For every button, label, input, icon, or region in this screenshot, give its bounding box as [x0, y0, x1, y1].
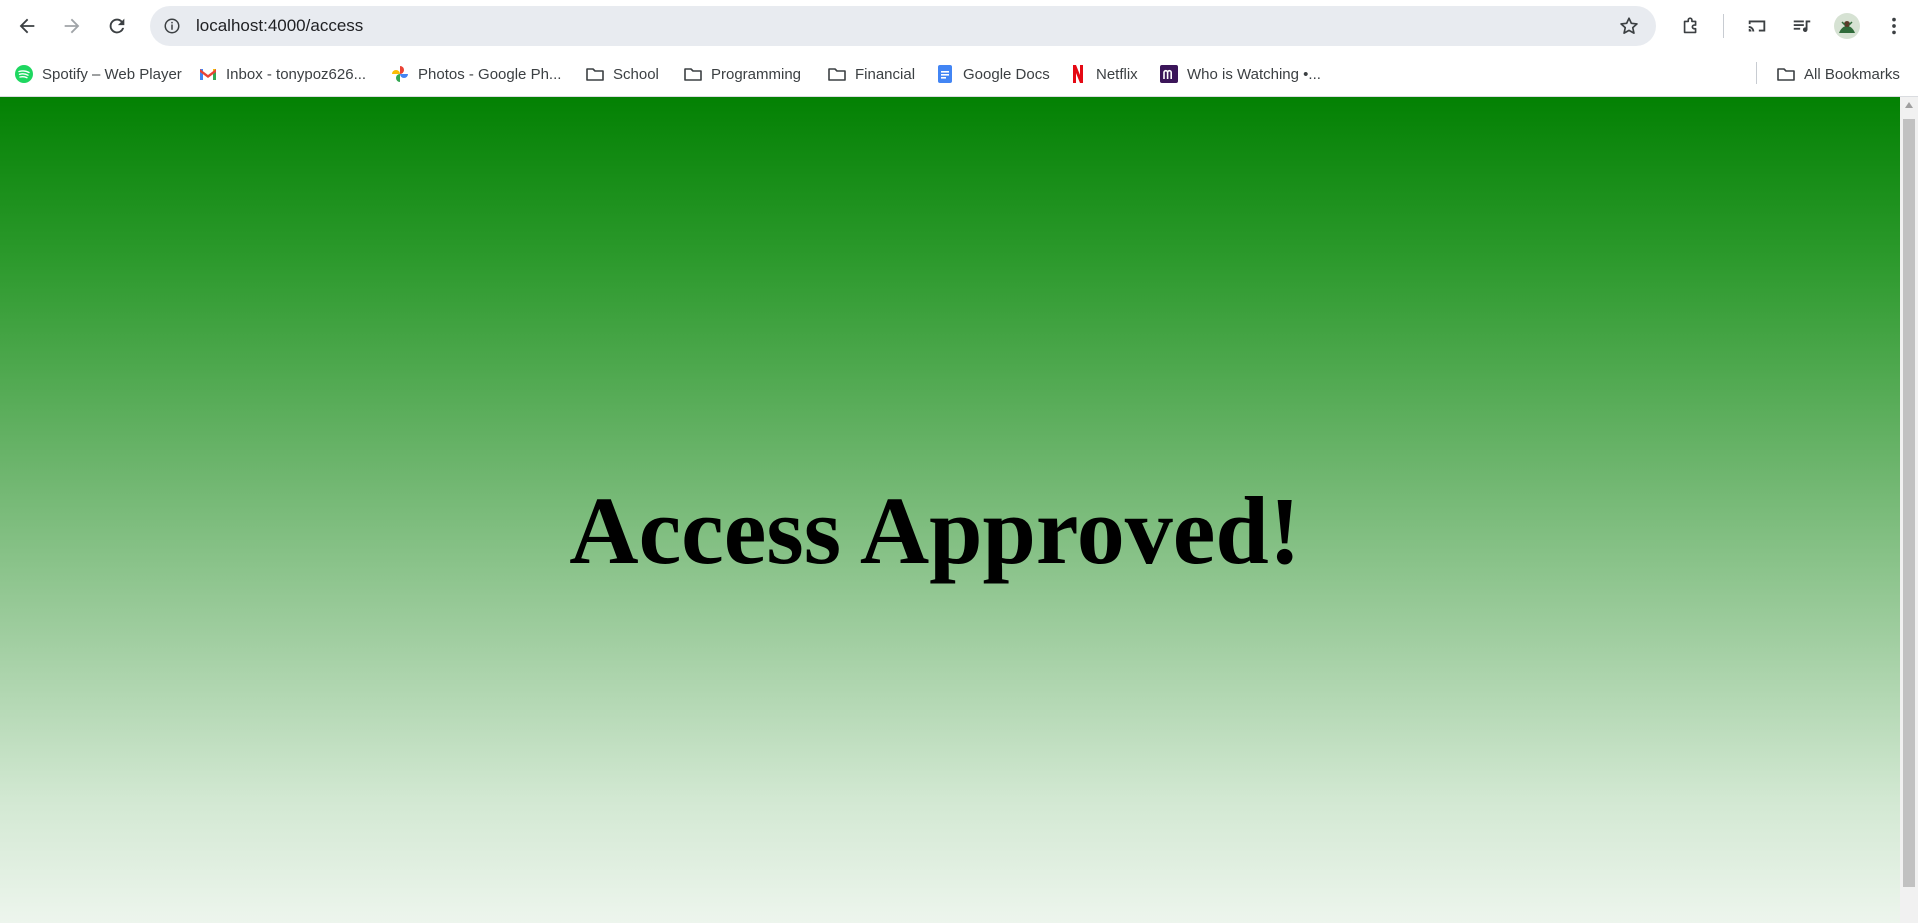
bookmark-folder-school[interactable]: School: [585, 60, 659, 88]
puzzle-icon: [1683, 17, 1697, 34]
forward-button[interactable]: [54, 8, 90, 44]
page-headline: Access Approved!: [569, 476, 1301, 584]
bookmark-google-photos[interactable]: Photos - Google Ph...: [390, 60, 561, 88]
bookmark-spotify[interactable]: Spotify – Web Player: [14, 60, 182, 88]
bookmark-label: Programming: [711, 65, 802, 83]
google-photos-icon: [390, 64, 410, 84]
bookmark-folder-programming[interactable]: Programming: [683, 60, 801, 88]
bookmark-label: Netflix: [1096, 65, 1138, 83]
folder-icon: [683, 64, 703, 84]
url-text[interactable]: localhost:4000/access: [196, 16, 363, 36]
scroll-up-arrow-icon[interactable]: [1905, 102, 1913, 108]
media-controls-button[interactable]: [1784, 8, 1820, 44]
bookmarks-divider: [1756, 62, 1757, 84]
folder-icon: [1776, 64, 1796, 84]
bookmark-label: Who is Watching •...: [1187, 65, 1321, 83]
profile-avatar[interactable]: [1834, 13, 1860, 39]
toolbar-divider: [1723, 14, 1724, 38]
m-logo-icon: [1159, 64, 1179, 84]
bookmark-who-is-watching[interactable]: Who is Watching •...: [1159, 60, 1321, 88]
playlist-music-icon: [1793, 20, 1811, 32]
reload-icon: [109, 18, 125, 34]
all-bookmarks-button[interactable]: All Bookmarks: [1776, 60, 1900, 88]
back-button[interactable]: [9, 8, 45, 44]
forward-arrow-icon: [64, 18, 80, 34]
bookmark-google-docs[interactable]: Google Docs: [935, 60, 1050, 88]
gmail-icon: [198, 64, 218, 84]
bookmark-label: Spotify – Web Player: [42, 65, 182, 83]
folder-icon: [827, 64, 847, 84]
cast-icon: [1748, 20, 1766, 32]
cast-button[interactable]: [1739, 8, 1775, 44]
browser-toolbar: localhost:4000/access: [0, 0, 1918, 52]
all-bookmarks-label: All Bookmarks: [1804, 65, 1900, 83]
bookmark-label: Inbox - tonypoz626...: [226, 65, 367, 83]
bookmark-label: Financial: [855, 65, 916, 83]
folder-icon: [585, 64, 605, 84]
bookmark-label: Google Docs: [963, 65, 1050, 83]
address-bar[interactable]: localhost:4000/access: [150, 6, 1656, 46]
bookmark-star-icon[interactable]: [1618, 15, 1640, 37]
bookmark-label: Photos - Google Ph...: [418, 65, 562, 83]
spotify-icon: [14, 64, 34, 84]
browser-menu-button[interactable]: [1876, 8, 1912, 44]
bookmark-label: School: [613, 65, 659, 83]
reload-button[interactable]: [99, 8, 135, 44]
kebab-menu-icon: [1892, 17, 1896, 35]
bookmark-gmail[interactable]: Inbox - tonypoz626...: [198, 60, 366, 88]
vertical-scrollbar[interactable]: [1900, 97, 1918, 923]
netflix-icon: [1068, 64, 1088, 84]
bookmark-netflix[interactable]: Netflix: [1068, 60, 1138, 88]
extensions-button[interactable]: [1673, 8, 1709, 44]
site-info-icon[interactable]: [160, 14, 184, 38]
google-docs-icon: [935, 64, 955, 84]
bookmarks-bar: Spotify – Web Player Inbox - tonypoz626.…: [0, 52, 1918, 97]
back-arrow-icon: [19, 18, 35, 34]
profile-picture-icon: [1839, 21, 1855, 33]
scrollbar-thumb[interactable]: [1903, 119, 1915, 887]
page-content: Access Approved!: [0, 97, 1900, 923]
bookmark-folder-financial[interactable]: Financial: [827, 60, 915, 88]
